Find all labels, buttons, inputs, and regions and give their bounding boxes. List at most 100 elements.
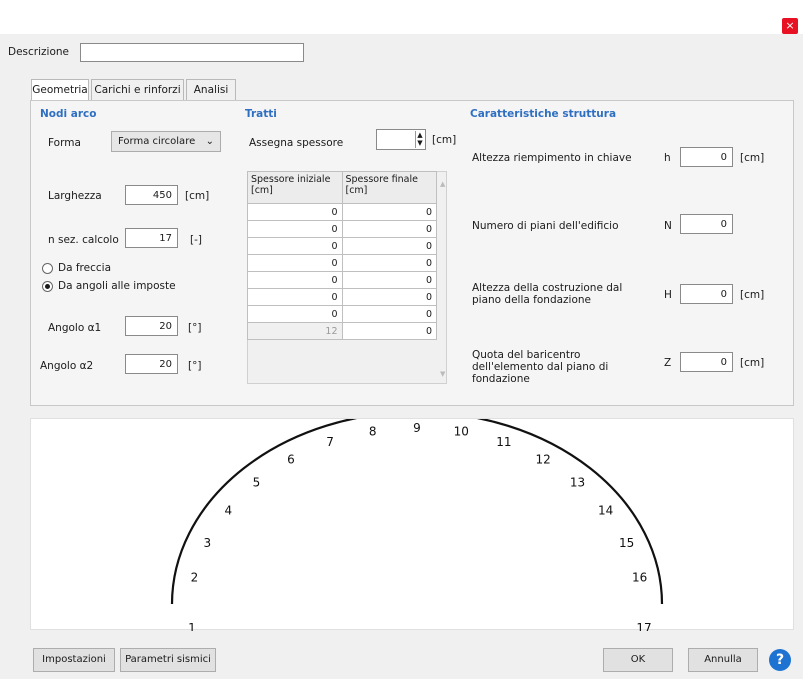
angolo1-input[interactable]: 20 (125, 316, 178, 336)
arch-node-label: 1 (188, 621, 196, 631)
parametri-sismici-button[interactable]: Parametri sismici (120, 648, 216, 672)
arch-node-label: 9 (413, 421, 421, 435)
table-cell[interactable]: 0 (247, 254, 343, 272)
tab-carichi-e-rinforzi[interactable]: Carichi e rinforzi (91, 79, 184, 100)
assegna-spessore-unit: [cm] (432, 134, 457, 146)
radio-da-angoli-label: Da angoli alle imposte (58, 280, 176, 292)
table-cell-readonly: 12 (247, 322, 343, 340)
col-header-spessore-iniziale[interactable]: Spessore iniziale [cm] (247, 171, 343, 204)
radio-da-freccia[interactable] (42, 263, 53, 274)
angolo2-label: Angolo α2 (40, 360, 94, 372)
table-cell[interactable]: 0 (247, 305, 343, 323)
arch-node-label: 14 (598, 504, 613, 518)
table-cell[interactable]: 0 (341, 254, 437, 272)
arch-node-label: 5 (253, 476, 261, 490)
arch-curve (170, 419, 664, 605)
table-row: 12 0 (247, 322, 437, 340)
forma-select[interactable]: Forma circolare ⌄ (111, 131, 221, 152)
close-button[interactable]: × (782, 18, 798, 34)
numero-piani-label: Numero di piani dell'edificio (472, 220, 619, 232)
arch-node-label: 2 (191, 571, 199, 585)
table-row: 00 (247, 203, 437, 221)
table-cell[interactable]: 0 (341, 322, 437, 340)
arch-preview-area: 1 2 3 4 5 6 7 8 9 10 11 12 13 14 15 16 17 (30, 418, 794, 631)
scroll-down-icon[interactable]: ▼ (440, 370, 445, 378)
tab-geometria[interactable]: Geometria (31, 79, 89, 101)
angolo2-input[interactable]: 20 (125, 354, 178, 374)
symbol-h: h (664, 152, 671, 164)
arch-node-label: 8 (369, 425, 377, 439)
table-cell[interactable]: 0 (341, 237, 437, 255)
symbol-H: H (664, 289, 672, 301)
arch-node-label: 15 (619, 536, 634, 550)
quota-baricentro-label: Quota del baricentro dell'elemento dal p… (472, 349, 609, 385)
radio-da-freccia-label: Da freccia (58, 262, 111, 274)
larghezza-input[interactable]: 450 (125, 185, 178, 205)
spessori-table: Spessore iniziale [cm] Spessore finale [… (247, 171, 437, 340)
symbol-Z: Z (664, 357, 672, 369)
altezza-costruzione-unit: [cm] (740, 289, 765, 301)
altezza-riempimento-input[interactable]: 0 (680, 147, 733, 167)
altezza-costruzione-label: Altezza della costruzione dal piano dell… (472, 282, 623, 306)
title-bar (0, 0, 803, 34)
angolo2-unit: [°] (188, 360, 202, 372)
description-label: Descrizione (8, 46, 69, 58)
table-cell[interactable]: 0 (247, 237, 343, 255)
table-row: 00 (247, 220, 437, 238)
table-row: 00 (247, 305, 437, 323)
impostazioni-button[interactable]: Impostazioni (33, 648, 115, 672)
larghezza-unit: [cm] (185, 190, 210, 202)
quota-baricentro-input[interactable]: 0 (680, 352, 733, 372)
altezza-riempimento-unit: [cm] (740, 152, 765, 164)
numero-piani-input[interactable]: 0 (680, 214, 733, 234)
angolo1-label: Angolo α1 (48, 322, 102, 334)
table-cell[interactable]: 0 (341, 271, 437, 289)
assegna-spessore-spinner[interactable]: ▲ ▼ (376, 129, 426, 150)
arch-node-label: 10 (454, 425, 469, 439)
assegna-spessore-label: Assegna spessore (249, 137, 344, 149)
arch-node-label: 11 (496, 435, 511, 449)
description-input[interactable] (80, 43, 304, 62)
arch-node-label: 4 (224, 504, 232, 518)
symbol-N: N (664, 220, 672, 232)
arch-node-label: 17 (636, 621, 651, 631)
altezza-riempimento-label: Altezza riempimento in chiave (472, 152, 632, 164)
nsez-unit: [-] (190, 234, 202, 246)
arch-node-label: 7 (326, 435, 334, 449)
nodi-arco-title: Nodi arco (40, 108, 97, 120)
quota-baricentro-unit: [cm] (740, 357, 765, 369)
table-cell[interactable]: 0 (247, 220, 343, 238)
table-cell[interactable]: 0 (341, 220, 437, 238)
tab-analisi[interactable]: Analisi (186, 79, 236, 100)
arch-node-label: 3 (203, 536, 211, 550)
table-cell[interactable]: 0 (247, 203, 343, 221)
larghezza-label: Larghezza (48, 190, 102, 202)
angolo1-unit: [°] (188, 322, 202, 334)
nsez-input[interactable]: 17 (125, 228, 178, 248)
col-header-spessore-finale[interactable]: Spessore finale [cm] (341, 171, 437, 204)
forma-select-value: Forma circolare (118, 136, 196, 147)
table-cell[interactable]: 0 (247, 271, 343, 289)
arch-node-label: 6 (287, 452, 295, 466)
arch-node-label: 13 (570, 476, 585, 490)
table-row: 00 (247, 288, 437, 306)
table-cell[interactable]: 0 (341, 305, 437, 323)
table-cell[interactable]: 0 (341, 288, 437, 306)
table-cell[interactable]: 0 (247, 288, 343, 306)
arch-node-label: 12 (535, 452, 550, 466)
radio-da-angoli[interactable] (42, 281, 53, 292)
table-row: 00 (247, 254, 437, 272)
chevron-down-icon: ⌄ (205, 136, 214, 147)
table-row: 00 (247, 271, 437, 289)
help-icon[interactable]: ? (769, 649, 791, 671)
spinner-arrows-icon[interactable]: ▲ ▼ (415, 131, 424, 148)
arch-preview-svg: 12345678 9 1011121314151617 (170, 419, 664, 631)
forma-label: Forma (48, 137, 81, 149)
arch-node-label: 16 (632, 571, 647, 585)
ok-button[interactable]: OK (603, 648, 673, 672)
scroll-up-icon[interactable]: ▲ (440, 180, 445, 188)
table-cell[interactable]: 0 (341, 203, 437, 221)
altezza-costruzione-input[interactable]: 0 (680, 284, 733, 304)
tratti-title: Tratti (245, 108, 277, 120)
annulla-button[interactable]: Annulla (688, 648, 758, 672)
